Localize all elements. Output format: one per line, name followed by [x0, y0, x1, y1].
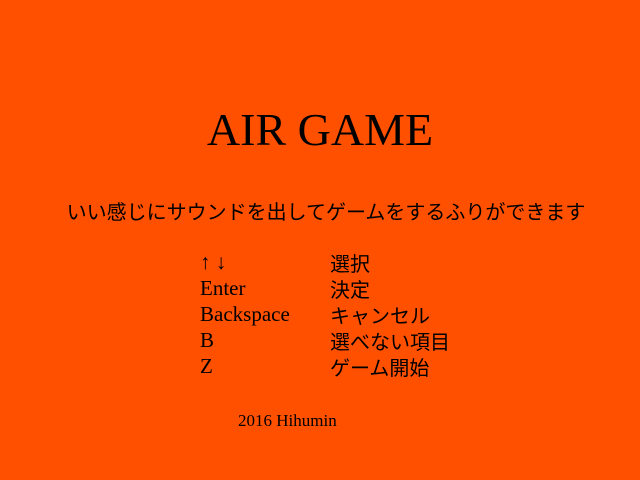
- control-key-b: B: [200, 327, 215, 352]
- game-title: AIR GAME: [206, 104, 434, 155]
- control-key-backspace: Backspace: [200, 301, 290, 326]
- title-screen: { "screen": { "background": "#ff5000", "…: [0, 0, 640, 480]
- control-row-confirm: Enter 決定: [200, 275, 500, 302]
- control-row-cancel: Backspace キャンセル: [200, 301, 500, 328]
- control-key-z: Z: [200, 353, 213, 378]
- control-key-arrows: ↑ ↓: [200, 249, 227, 274]
- game-tagline: いい感じにサウンドを出してゲームをするふりができます: [66, 200, 586, 224]
- control-action-start: ゲーム開始: [330, 355, 430, 380]
- control-action-confirm: 決定: [330, 277, 370, 302]
- copyright-credit: 2016 Hihumin: [238, 411, 337, 430]
- control-row-start: Z ゲーム開始: [200, 353, 500, 380]
- control-row-select: ↑ ↓ 選択: [200, 249, 500, 276]
- control-action-select: 選択: [330, 251, 370, 276]
- control-key-enter: Enter: [200, 275, 246, 300]
- control-action-unselectable: 選べない項目: [330, 329, 450, 354]
- control-action-cancel: キャンセル: [330, 303, 430, 328]
- control-row-unselectable: B 選べない項目: [200, 327, 500, 354]
- controls-list: ↑ ↓ 選択 Enter 決定 Backspace キャンセル B 選べない項目…: [200, 249, 500, 380]
